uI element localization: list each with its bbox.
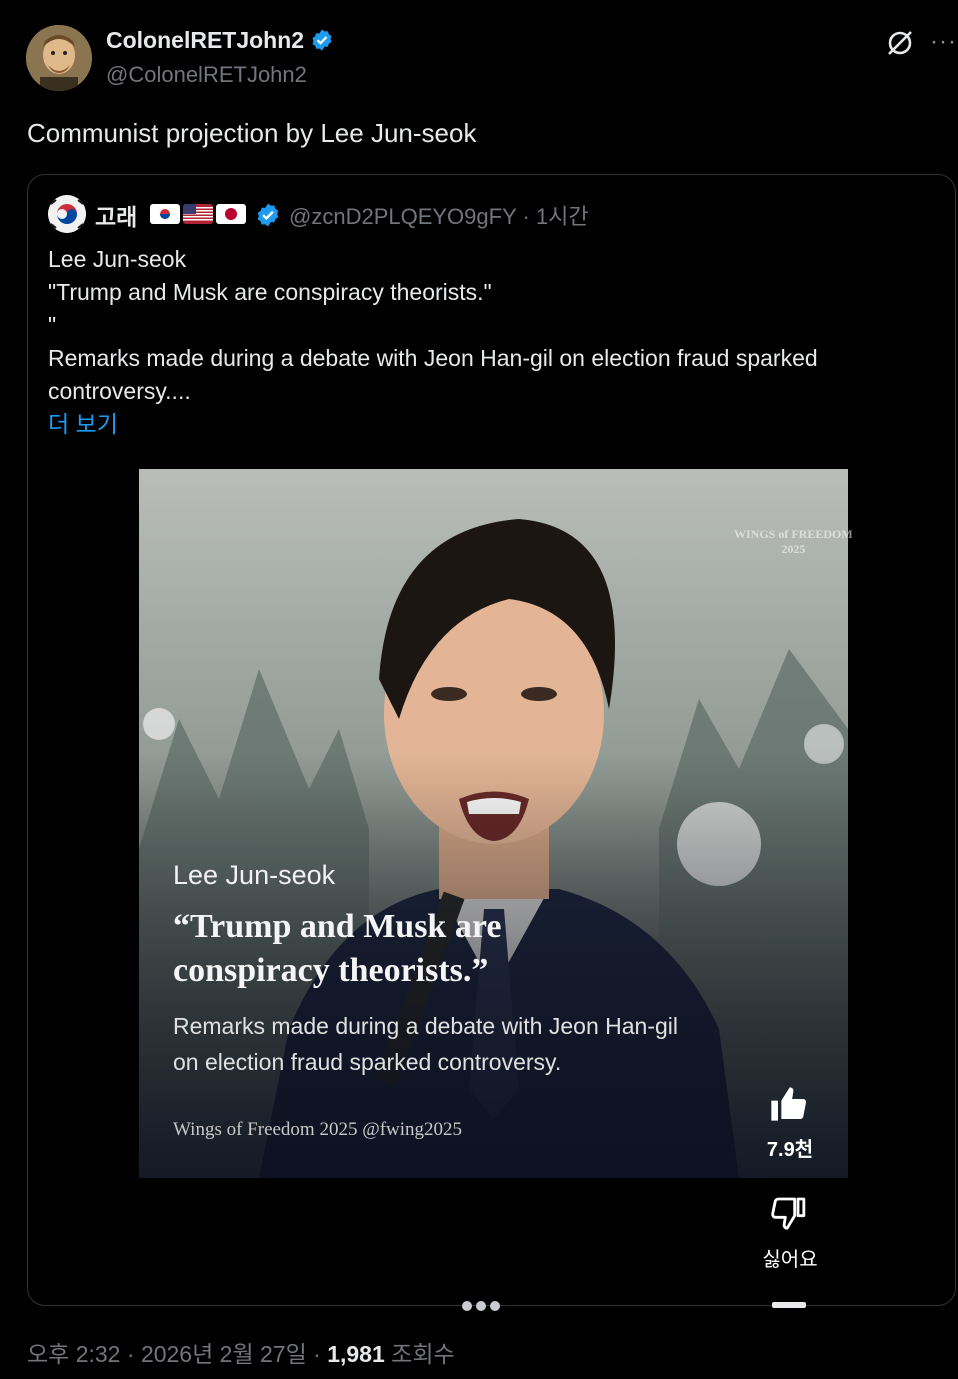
author-avatar[interactable] [26,25,92,91]
verified-badge-icon [310,28,334,58]
meta-separator: · [522,204,530,229]
views-label: 조회수 [391,1341,455,1367]
quoted-body-line: " [48,312,57,338]
more-options-icon[interactable]: ··· [930,28,958,56]
watermark-line: 2025 [781,542,806,556]
media-quote: “Trump and Musk are conspiracy theorists… [173,905,693,993]
carousel-dots [462,1298,504,1311]
watermark-line: WINGS of FREEDOM [734,527,853,541]
usa-flag-icon [183,204,213,224]
dislike-label: 싫어요 [762,1249,818,1271]
tweet-footer: 오후 2:32 · 2026년 2월 27일 · 1,981 조회수 [27,1335,455,1369]
quoted-meta: @zcnD2PLQEYO9gFY · 1시간 [289,199,589,231]
cartoon-man-avatar-icon [26,25,92,91]
media-subtitle-line: on election fraud sparked controversy. [173,1049,562,1075]
quoted-time[interactable]: 1시간 [536,204,589,229]
comment-icon-partial [772,1302,806,1308]
media-credit: Wings of Freedom 2025 @fwing2025 [173,1119,463,1140]
media-speaker-name: Lee Jun-seok [173,860,336,890]
quoted-body-line: controversy.... [48,378,191,404]
quoted-handle[interactable]: @zcnD2PLQEYO9gFY [289,204,516,229]
footer-separator: · [126,1341,135,1367]
media-subtitle-line: Remarks made during a debate with Jeon H… [173,1013,678,1039]
quoted-body-line: Lee Jun-seok [48,246,187,272]
korea-taegeuk-avatar-icon [48,195,86,233]
post-time[interactable]: 오후 2:32 [27,1341,120,1367]
quoted-body: Lee Jun-seok "Trump and Musk are conspir… [48,243,928,408]
post-date[interactable]: 2026년 2월 27일 [141,1341,307,1367]
media-subtitle: Remarks made during a debate with Jeon H… [173,1008,793,1080]
carousel-dot [462,1301,472,1311]
quoted-author-avatar[interactable] [48,195,86,233]
like-count: 7.9천 [766,1139,814,1161]
thumbs-down-icon[interactable] [768,1194,808,1234]
carousel-dot [490,1301,500,1311]
grok-icon[interactable] [884,27,916,59]
author-handle[interactable]: @ColonelRETJohn2 [106,62,307,88]
carousel-dot [476,1301,486,1311]
author-name[interactable]: ColonelRETJohn2 [106,27,334,58]
quoted-display-name[interactable]: 고래 [95,198,137,232]
thumbs-up-icon[interactable] [768,1084,808,1124]
korea-flag-icon [150,204,180,224]
flag-emojis [150,204,249,226]
japan-flag-icon [216,204,246,224]
show-more-link[interactable]: 더 보기 [48,405,118,439]
media-quote-line: “Trump and Musk are [173,908,502,945]
author-display-name[interactable]: ColonelRETJohn2 [106,27,304,53]
footer-separator: · [313,1341,321,1367]
quoted-body-line: "Trump and Musk are conspiracy theorists… [48,279,492,305]
media-quote-line: conspiracy theorists.” [173,952,489,989]
quoted-verified-badge-icon [255,202,281,233]
wings-of-freedom-watermark: WINGS of FREEDOM 2025 [734,527,853,557]
tweet-text: Communist projection by Lee Jun-seok [27,118,477,148]
quoted-body-line: Remarks made during a debate with Jeon H… [48,345,818,371]
view-count: 1,981 [327,1341,385,1367]
